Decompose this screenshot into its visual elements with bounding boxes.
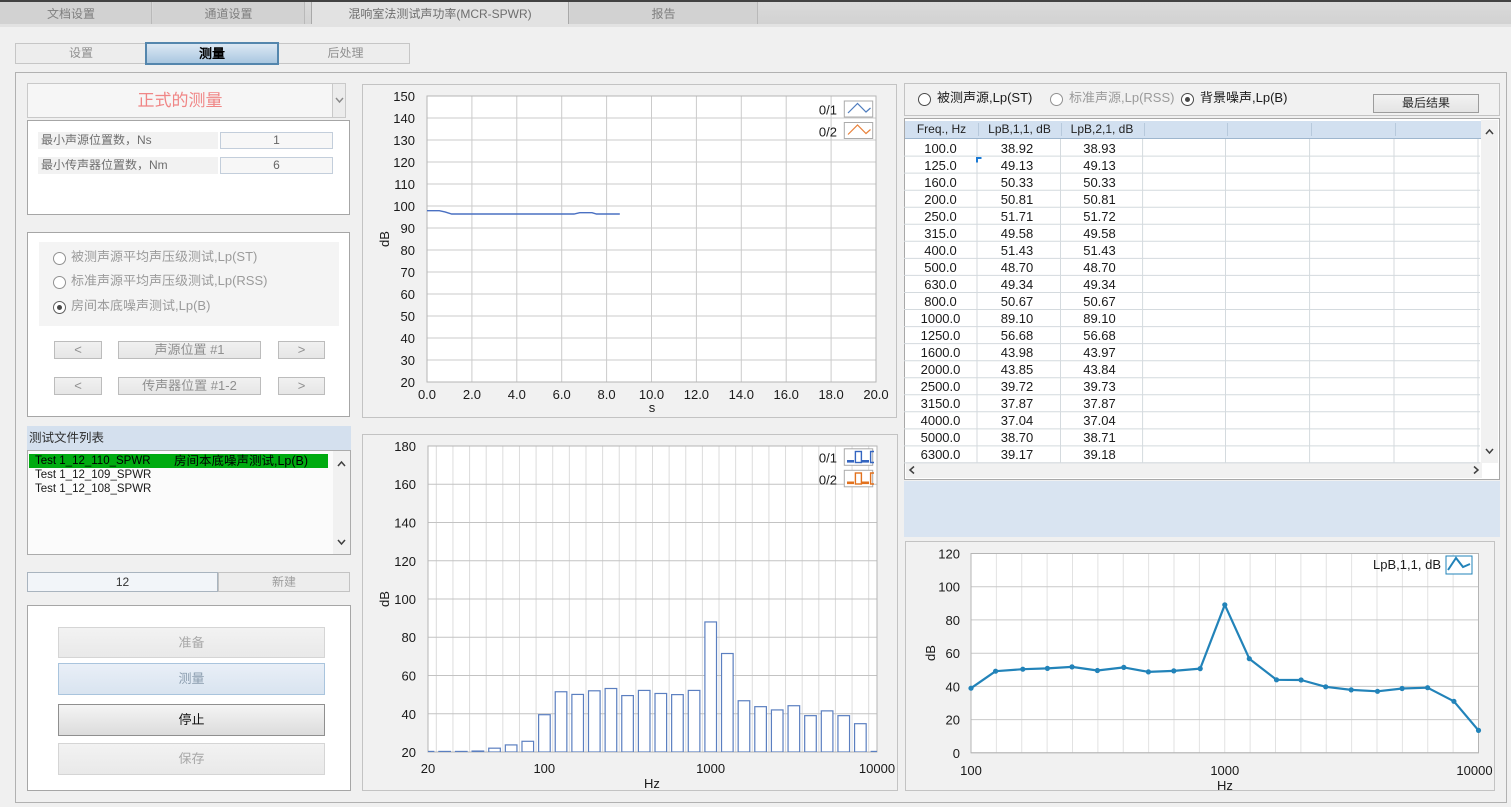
- svg-text:dB: dB: [923, 645, 938, 661]
- svg-text:180: 180: [394, 439, 416, 454]
- svg-text:s: s: [649, 400, 656, 415]
- svg-text:4.0: 4.0: [508, 387, 526, 402]
- svg-text:80: 80: [946, 613, 960, 628]
- svg-text:20: 20: [402, 745, 416, 760]
- svg-text:80: 80: [401, 243, 415, 258]
- svg-text:80: 80: [402, 630, 416, 645]
- svg-text:0: 0: [953, 746, 960, 761]
- svg-text:60: 60: [401, 287, 415, 302]
- svg-text:LpB,1,1, dB: LpB,1,1, dB: [1373, 557, 1441, 572]
- svg-text:20: 20: [401, 375, 415, 390]
- svg-text:12.0: 12.0: [684, 387, 709, 402]
- svg-text:dB: dB: [377, 231, 392, 247]
- svg-text:1000: 1000: [1210, 763, 1239, 778]
- svg-text:0/1: 0/1: [819, 451, 837, 466]
- svg-text:40: 40: [946, 679, 960, 694]
- svg-text:Hz: Hz: [644, 776, 660, 791]
- svg-text:0/2: 0/2: [819, 472, 837, 487]
- svg-text:140: 140: [393, 111, 415, 126]
- svg-text:20: 20: [946, 713, 960, 728]
- svg-text:8.0: 8.0: [598, 387, 616, 402]
- svg-text:2.0: 2.0: [463, 387, 481, 402]
- svg-text:0/1: 0/1: [819, 103, 837, 118]
- svg-text:6.0: 6.0: [553, 387, 571, 402]
- svg-text:40: 40: [402, 707, 416, 722]
- svg-text:10000: 10000: [1456, 763, 1492, 778]
- svg-text:150: 150: [393, 89, 415, 104]
- svg-text:110: 110: [394, 177, 415, 192]
- svg-text:60: 60: [946, 646, 960, 661]
- svg-text:1000: 1000: [696, 761, 725, 776]
- svg-text:100: 100: [938, 580, 960, 595]
- svg-text:60: 60: [402, 669, 416, 684]
- svg-text:130: 130: [393, 133, 415, 148]
- svg-text:100: 100: [533, 761, 555, 776]
- svg-text:100: 100: [394, 592, 416, 607]
- svg-text:dB: dB: [377, 591, 392, 607]
- svg-text:120: 120: [938, 547, 960, 562]
- svg-text:70: 70: [401, 265, 415, 280]
- svg-text:120: 120: [393, 155, 415, 170]
- svg-text:30: 30: [401, 353, 415, 368]
- svg-text:50: 50: [401, 309, 415, 324]
- svg-text:18.0: 18.0: [818, 387, 843, 402]
- svg-text:140: 140: [394, 516, 416, 531]
- svg-text:160: 160: [394, 477, 416, 492]
- svg-text:10000: 10000: [859, 761, 895, 776]
- svg-text:90: 90: [401, 221, 415, 236]
- svg-text:40: 40: [401, 331, 415, 346]
- svg-text:120: 120: [394, 554, 416, 569]
- svg-text:20: 20: [421, 761, 435, 776]
- svg-text:0/2: 0/2: [819, 124, 837, 139]
- svg-text:20.0: 20.0: [863, 387, 888, 402]
- svg-text:14.0: 14.0: [729, 387, 754, 402]
- svg-text:Hz: Hz: [1217, 778, 1233, 791]
- svg-text:0.0: 0.0: [418, 387, 436, 402]
- svg-text:100: 100: [393, 199, 415, 214]
- svg-text:100: 100: [960, 763, 982, 778]
- svg-text:16.0: 16.0: [774, 387, 799, 402]
